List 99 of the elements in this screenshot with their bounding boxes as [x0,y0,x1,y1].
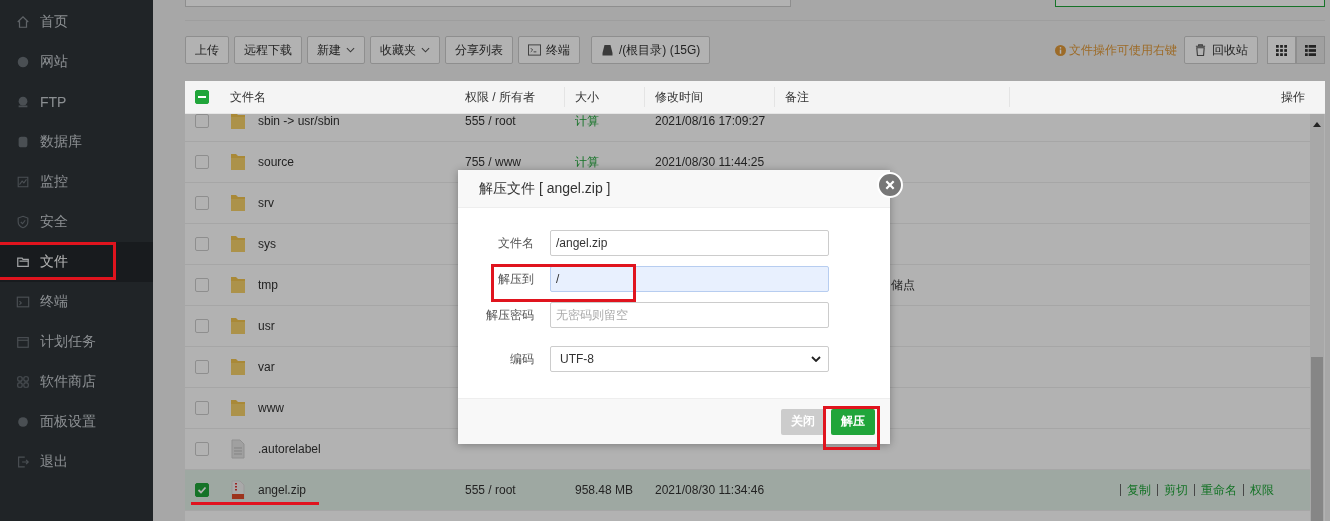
input-field[interactable]: / [550,266,829,292]
folder-icon [230,151,246,173]
row-checkbox[interactable] [195,155,209,169]
folder-icon [230,192,246,214]
toolbar-button[interactable]: 收藏夹 [370,36,440,64]
document-icon [230,438,246,460]
file-name[interactable]: srv [258,196,274,210]
ftp-icon [16,95,30,109]
permission-owner: 755 / www [465,155,522,169]
terminal-icon [528,44,541,56]
row-checkbox[interactable] [195,401,209,415]
file-name[interactable]: source [258,155,295,169]
toolbar-button[interactable]: 上传 [185,36,229,64]
column-header: 修改时间 [655,88,703,106]
grid-view-button[interactable] [1267,36,1296,64]
toolbar-button[interactable]: /(根目录) (15G) [591,36,711,64]
folder-icon [230,356,246,378]
sidebar-item[interactable]: 终端 [0,282,153,322]
input-field[interactable]: /angel.zip [550,230,829,256]
apps-icon [16,375,30,389]
folder-icon [230,274,246,296]
modified-time: 2021/08/30 11:34:46 [655,483,765,497]
calendar-icon [16,335,30,349]
column-header: 文件名 [230,88,266,106]
folder-icon [230,315,246,337]
annotation-box [823,406,880,450]
toolbar-button[interactable]: 远程下载 [234,36,302,64]
row-checkbox[interactable] [195,483,209,497]
sidebar-item[interactable]: 计划任务 [0,322,153,362]
input-field[interactable]: 无密码则留空 [550,302,829,328]
file-name[interactable]: usr [258,319,275,333]
field-label: 解压密码 [485,306,535,324]
row-checkbox[interactable] [195,278,209,292]
trash-icon [1194,44,1207,56]
home-icon [16,15,30,29]
terminal-icon [16,295,30,309]
sidebar-item[interactable]: 退出 [0,442,153,482]
file-name[interactable]: tmp [258,278,278,292]
sidebar-item[interactable]: FTP [0,82,153,122]
grid-icon [1276,44,1287,56]
file-name[interactable]: .autorelabel [258,442,321,456]
info-icon [1055,44,1066,56]
file-name[interactable]: angel.zip [258,483,307,497]
shield-icon [16,215,30,229]
column-header: 大小 [575,88,599,106]
file-name[interactable]: www [258,401,284,415]
field-label: 文件名 [497,234,535,252]
checkmark-icon [196,484,208,496]
column-header: 备注 [785,88,809,106]
field-label: 解压到 [497,270,535,288]
database-icon [16,135,30,149]
sidebar-item[interactable]: 网站 [0,42,153,82]
toolbar-button[interactable]: 终端 [518,36,580,64]
zip-file-icon [230,479,246,501]
row-checkbox[interactable] [195,442,209,456]
row-checkbox[interactable] [195,114,209,128]
permission-owner: 555 / root [465,114,516,128]
sidebar-item[interactable]: 首页 [0,2,153,42]
column-header: 操作 [1281,88,1305,106]
scroll-up-icon[interactable] [1313,122,1321,127]
row-checkbox[interactable] [195,360,209,374]
chevron-icon [811,356,821,362]
monitor-icon [16,175,30,189]
exit-icon [16,455,30,469]
folder-icon [16,255,30,269]
remark-text: 储点 [891,276,915,294]
toolbar-button[interactable]: 新建 [307,36,365,64]
sidebar-item[interactable]: 面板设置 [0,402,153,442]
sidebar-item[interactable]: 软件商店 [0,362,153,402]
file-name[interactable]: sbin -> usr/sbin [258,114,340,128]
scrollbar[interactable] [1310,114,1324,521]
encoding-select[interactable]: UTF-8 [550,346,829,372]
modified-time: 2021/08/30 11:44:25 [655,155,765,169]
list-icon [1305,44,1316,56]
folder-icon [230,397,246,419]
toolbar-button[interactable]: 分享列表 [445,36,513,64]
scrollbar-thumb[interactable] [1311,357,1323,521]
sidebar-item[interactable]: 数据库 [0,122,153,162]
file-name[interactable]: sys [258,237,276,251]
permission-owner: 555 / root [465,483,516,497]
folder-icon [230,114,246,132]
select-all-checkbox[interactable] [195,90,209,104]
file-size: 958.48 MB [575,483,634,497]
field-label: 编码 [509,350,535,368]
row-checkbox[interactable] [195,319,209,333]
caret-icon [346,47,355,53]
row-checkbox[interactable] [195,237,209,251]
caret-icon [421,47,430,53]
row-checkbox[interactable] [195,196,209,210]
modified-time: 2021/08/16 17:09:27 [655,114,766,128]
folder-icon [230,233,246,255]
sidebar-item[interactable]: 安全 [0,202,153,242]
sidebar-item[interactable]: 监控 [0,162,153,202]
recycle-bin-button[interactable]: 回收站 [1184,36,1258,64]
hint-text: 文件操作可使用右键 [1055,41,1177,59]
file-name[interactable]: var [258,360,275,374]
column-header: 权限 / 所有者 [465,88,535,106]
dialog-title: 解压文件 [ angel.zip ] [458,170,890,208]
list-view-button[interactable] [1296,36,1325,64]
